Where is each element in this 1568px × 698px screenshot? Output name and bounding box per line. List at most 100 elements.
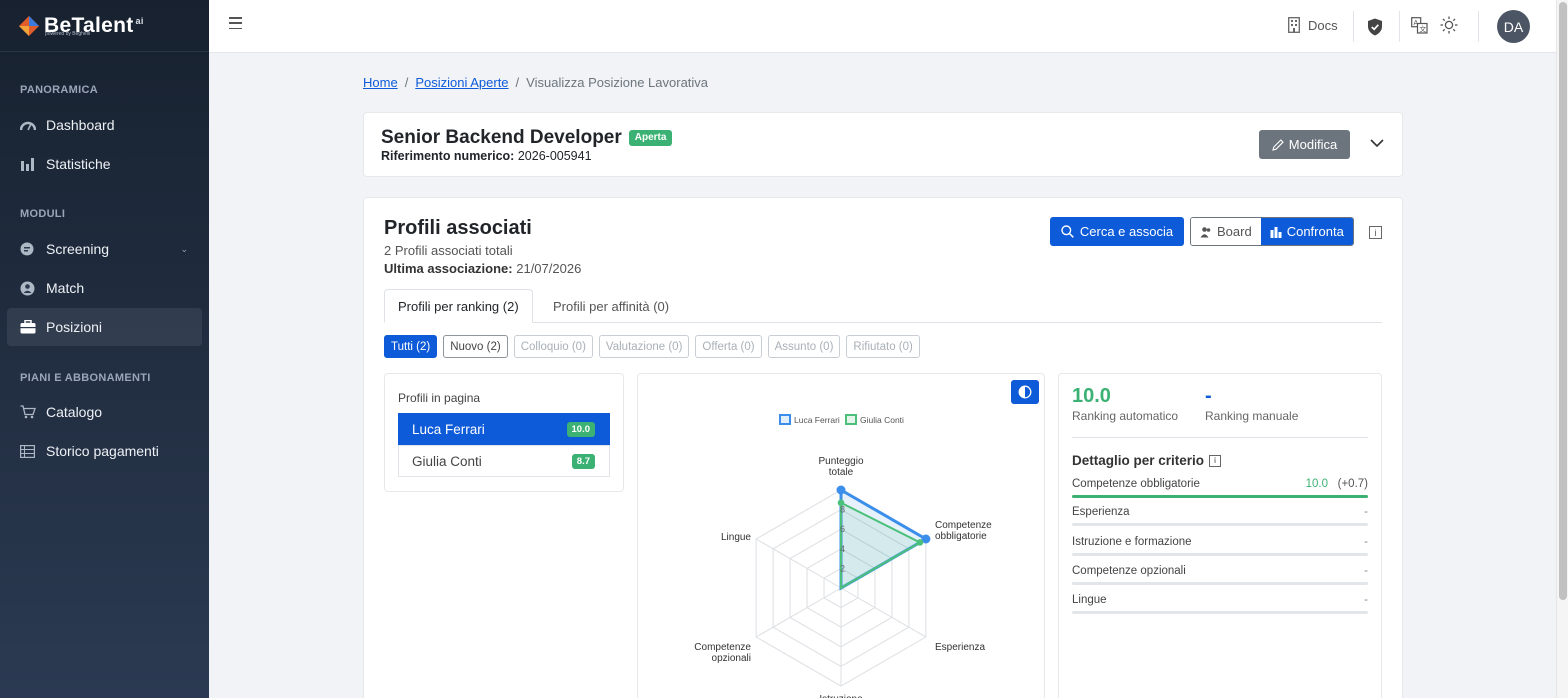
radar-axis-label: Esperienza [935,642,985,653]
sidebar-item-screening[interactable]: Screening ⌄ [7,230,202,268]
profiles-tabs: Profili per ranking (2) Profili per affi… [384,289,1382,323]
status-badge: Aperta [628,130,673,146]
view-toggle: Board Confronta [1190,217,1354,246]
sidebar: BeTalent ai powered by Beghelli PANORAMIC… [0,0,209,698]
contrast-toggle-icon[interactable] [1011,380,1039,404]
radar-axis-label: Istruzionee [819,694,863,698]
nav-section-panoramica: PANORAMICA [20,84,98,96]
sidebar-item-posizioni[interactable]: Posizioni [7,308,202,346]
breadcrumb-positions[interactable]: Posizioni Aperte [415,75,508,90]
compare-label: Confronta [1286,224,1344,239]
score-badge: 10.0 [566,421,595,437]
sidebar-item-statistiche[interactable]: Statistiche [7,145,202,183]
legend-swatch [845,414,857,425]
criterion-label: Istruzione e formazione [1072,536,1192,548]
page-scrollbar[interactable] [1556,0,1568,698]
sidebar-item-label: Statistiche [46,156,111,172]
docs-label: Docs [1308,17,1338,33]
criterion-label: Competenze opzionali [1072,565,1186,577]
breadcrumb-home[interactable]: Home [363,75,398,90]
manual-ranking-value: - [1205,385,1212,407]
edit-button[interactable]: Modifica [1259,130,1350,159]
radar-spoke [755,538,842,589]
ledger-icon [19,443,36,460]
nav-section-piani: PIANI E ABBONAMENTI [20,372,151,384]
auto-ranking-value: 10.0 [1072,385,1111,407]
chevron-down-icon: ⌄ [180,243,188,254]
svg-text:文: 文 [1419,24,1426,33]
gauge-icon [19,117,36,134]
search-associate-label: Cerca e associa [1079,224,1174,239]
hamburger-menu-icon[interactable] [229,17,242,29]
sidebar-item-label: Posizioni [46,319,103,335]
status-filters: Tutti (2) Nuovo (2) Colloquio (0) Valuta… [384,335,920,358]
list-item[interactable]: Giulia Conti 8.7 [398,445,610,477]
sun-icon[interactable] [1440,16,1458,34]
radar-axis-label: Lingue [721,532,751,543]
scrollbar-thumb[interactable] [1559,2,1567,600]
sidebar-item-catalogo[interactable]: Catalogo [7,393,202,431]
sidebar-item-label: Storico pagamenti [46,443,159,459]
shield-check-icon[interactable] [1367,18,1383,36]
radar-tick-label: 2 [840,563,845,573]
criteria-title-text: Dettaglio per criterio [1072,453,1205,468]
criterion-row: Lingue - [1072,594,1368,614]
score-badge: 8.7 [571,453,595,469]
translate-icon[interactable]: A文 [1411,17,1428,34]
filter-hired[interactable]: Assunto (0) [767,335,841,358]
docs-link[interactable]: Docs [1288,17,1338,33]
filter-evaluation[interactable]: Valutazione (0) [598,335,690,358]
last-association: Ultima associazione: 21/07/2026 [384,261,581,276]
avatar[interactable]: DA [1497,10,1530,43]
info-icon[interactable]: i [1209,454,1222,467]
sidebar-item-storico-pagamenti[interactable]: Storico pagamenti [7,432,202,470]
divider [1478,11,1479,42]
search-associate-button[interactable]: Cerca e associa [1050,217,1184,246]
radar-tick-label: 6 [840,524,845,534]
chevron-down-icon[interactable] [1369,135,1385,151]
radar-axis-label: Punteggio totale [818,456,863,478]
tab-ranking[interactable]: Profili per ranking (2) [384,289,533,323]
filter-offer[interactable]: Offerta (0) [695,335,762,358]
legend-label: Giulia Conti [860,415,904,425]
board-view-button[interactable]: Board [1191,218,1261,245]
criterion-value: - [1364,565,1368,577]
legend-swatch [779,414,791,425]
criterion-bar [1072,523,1368,526]
breadcrumb-separator: / [515,75,520,90]
criteria-title: Dettaglio per criterio i [1072,453,1222,468]
breadcrumb: Home / Posizioni Aperte / Visualizza Pos… [363,75,708,90]
criterion-value: - [1364,506,1368,518]
filter-new[interactable]: Nuovo (2) [443,335,508,358]
filter-rejected[interactable]: Rifiutato (0) [846,335,920,358]
criterion-value: - [1364,594,1368,606]
breadcrumb-current: Visualizza Posizione Lavorativa [526,75,709,90]
brand[interactable]: BeTalent ai [0,0,209,52]
radar-point [836,485,846,495]
list-item[interactable]: Luca Ferrari 10.0 [398,413,610,445]
filter-interview[interactable]: Colloquio (0) [513,335,593,358]
compare-view-button[interactable]: Confronta [1260,218,1353,245]
radar-tick-label: 4 [840,544,845,554]
radar-axis-label: Competenze obbligatorie [935,520,992,542]
panel-title: Profili in pagina [398,391,481,405]
info-icon[interactable]: i [1369,226,1382,239]
radar-spoke [840,587,927,638]
search-icon [1061,225,1074,238]
sidebar-item-label: Catalogo [46,404,103,420]
criterion-value: 10.0 (+0.7) [1305,478,1368,490]
edit-button-label: Modifica [1288,137,1338,152]
sidebar-item-dashboard[interactable]: Dashboard [7,106,202,144]
tab-affinity[interactable]: Profili per affinità (0) [540,289,682,323]
profiles-count: 2 Profili associati totali [384,243,513,258]
sidebar-item-label: Screening [46,241,110,257]
bar-chart-icon [19,156,36,173]
last-association-value: 21/07/2026 [516,261,582,276]
comparison-chart-panel: 2 4 6 8 Punteggio totale Competenze obbligatori… [637,373,1045,698]
sidebar-item-match[interactable]: Match [7,269,202,307]
criterion-bar [1072,553,1368,556]
criterion-bar-fill [1072,495,1368,498]
divider [1072,437,1368,438]
filter-all[interactable]: Tutti (2) [384,335,438,358]
betalent-logo-icon [19,15,39,36]
